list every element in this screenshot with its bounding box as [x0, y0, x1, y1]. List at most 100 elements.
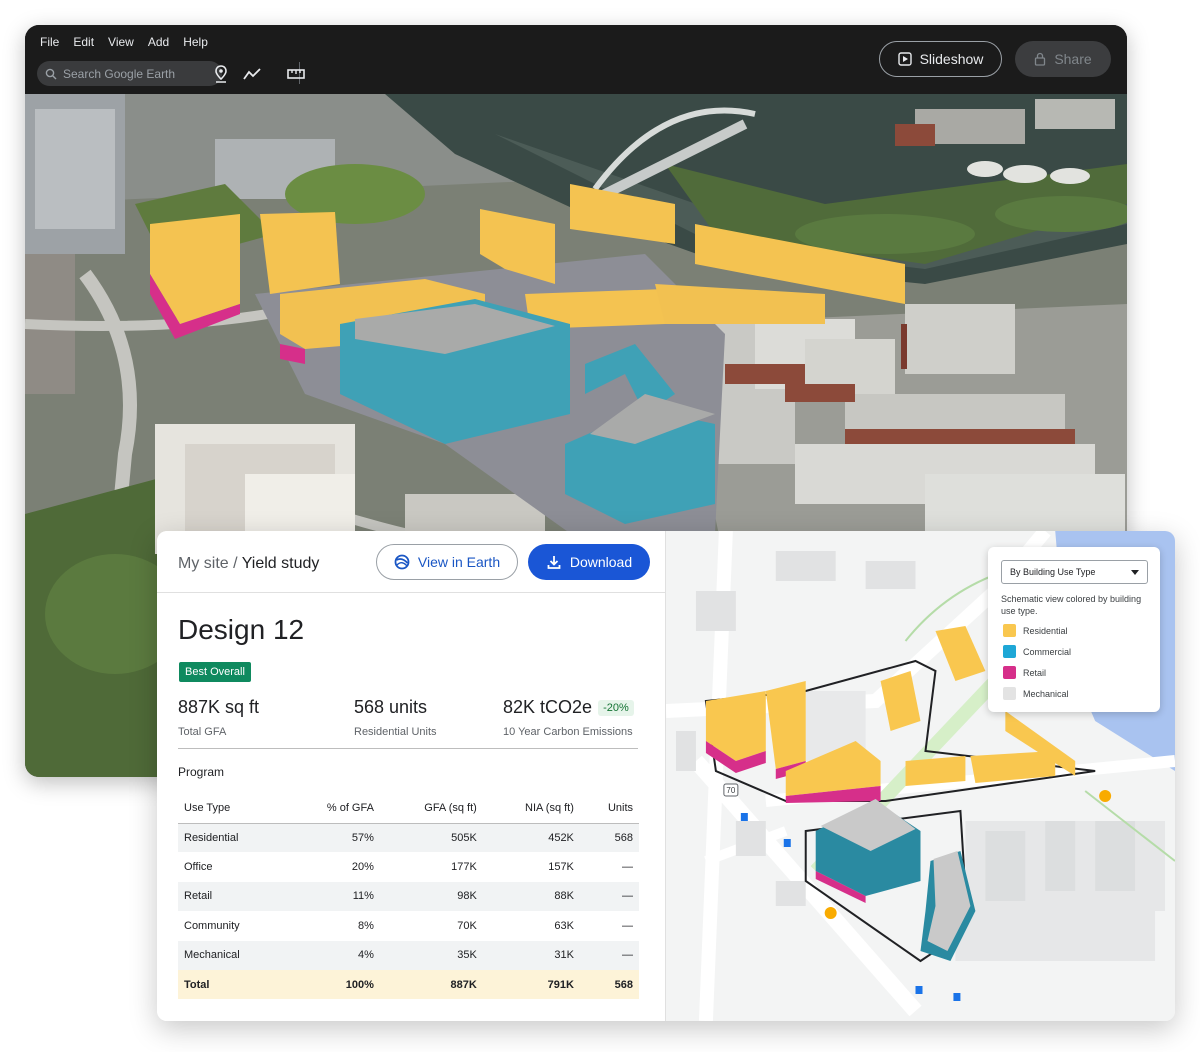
- table-cell: Total: [178, 969, 286, 1000]
- legend-label: Mechanical: [1023, 688, 1069, 699]
- earth-toolbar: File Edit View Add Help Search Google Ea…: [25, 25, 1127, 94]
- table-cell: 57%: [285, 823, 380, 853]
- table-cell: 887K: [379, 969, 483, 1000]
- legend-items: Residential Commercial Retail Mechanical: [1003, 620, 1071, 704]
- legend-swatch: [1003, 624, 1016, 637]
- legend-swatch: [1003, 666, 1016, 679]
- share-button[interactable]: Share: [1015, 41, 1111, 77]
- breadcrumb-root[interactable]: My site: [178, 555, 229, 572]
- menu-view[interactable]: View: [108, 35, 134, 49]
- metric-value: 887K sq ft: [178, 697, 260, 717]
- breadcrumb-current: Yield study: [241, 555, 320, 572]
- view-in-earth-button[interactable]: View in Earth: [376, 544, 518, 580]
- panel-header: My site / Yield study View in Earth Down…: [157, 531, 665, 593]
- table-row: Residential 57% 505K 452K 568: [178, 823, 639, 853]
- legend-swatch: [1003, 687, 1016, 700]
- view-in-earth-label: View in Earth: [417, 554, 501, 570]
- table-cell: 452K: [482, 823, 580, 853]
- table-cell: 88K: [482, 881, 580, 912]
- table-cell: 11%: [285, 881, 380, 912]
- menu-help[interactable]: Help: [183, 35, 208, 49]
- table-row: Mechanical 4% 35K 31K —: [178, 940, 639, 970]
- legend-label: Commercial: [1023, 646, 1072, 657]
- metric-label: 10 Year Carbon Emissions: [503, 726, 633, 738]
- legend-label: Residential: [1023, 625, 1068, 636]
- download-button[interactable]: Download: [528, 544, 650, 580]
- table-cell: 157K: [548, 861, 574, 874]
- table-cell: Mechanical: [178, 940, 286, 970]
- legend-item-retail: Retail: [1003, 662, 1071, 683]
- legend-swatch: [1003, 645, 1016, 658]
- table-cell: 98K: [379, 881, 483, 912]
- table-cell: 100%: [285, 969, 380, 1000]
- table-cell: Retail: [178, 881, 286, 912]
- metric-carbon-emissions: 82K tCO2e -20% 10 Year Carbon Emissions: [503, 697, 634, 738]
- ruler-icon[interactable]: [286, 64, 306, 84]
- search-icon: [45, 68, 57, 79]
- table-cell: Office: [184, 861, 213, 874]
- slideshow-icon: [897, 52, 912, 66]
- metric-total-gfa: 887K sq ft Total GFA: [178, 697, 259, 738]
- breadcrumb: My site / Yield study: [178, 555, 319, 573]
- download-label: Download: [569, 554, 633, 570]
- dropdown-arrow-icon: [1131, 569, 1139, 575]
- table-cell: 8%: [358, 919, 374, 932]
- table-cell: —: [622, 861, 633, 874]
- earth-icon: [394, 554, 410, 570]
- menu-edit[interactable]: Edit: [73, 35, 94, 49]
- color-by-value: By Building Use Type: [1010, 567, 1096, 577]
- table-cell: 31K: [482, 940, 580, 970]
- metric-residential-units: 568 units Residential Units: [354, 697, 437, 738]
- legend-item-residential: Residential: [1003, 620, 1071, 641]
- menu-add[interactable]: Add: [148, 35, 169, 49]
- table-cell: 35K: [379, 940, 483, 970]
- legend-item-mechanical: Mechanical: [1003, 683, 1071, 704]
- metric-label: Residential Units: [354, 726, 437, 738]
- table-header-row: Use Type % of GFA GFA (sq ft) NIA (sq ft…: [178, 793, 639, 824]
- metric-value-row: 82K tCO2e -20%: [503, 697, 634, 718]
- download-icon: [547, 556, 561, 569]
- yield-study-card: My site / Yield study View in Earth Down…: [157, 531, 1175, 1021]
- column-header: % of GFA: [285, 793, 380, 824]
- metric-value: 568 units: [354, 697, 428, 717]
- search-box[interactable]: [37, 61, 222, 86]
- legend-item-commercial: Commercial: [1003, 641, 1071, 662]
- legend-label: Retail: [1023, 667, 1047, 678]
- table-cell: 791K: [482, 969, 580, 1000]
- menu-file[interactable]: File: [40, 35, 59, 49]
- table-cell: 20%: [351, 861, 374, 874]
- table-row: Retail 11% 98K 88K —: [178, 881, 639, 912]
- table-cell: 63K: [554, 919, 574, 932]
- table-cell: 568: [579, 969, 639, 1000]
- table-cell: —: [579, 940, 639, 970]
- table-cell: —: [579, 881, 639, 912]
- lock-icon: [1035, 52, 1046, 66]
- table-cell: 70K: [457, 919, 477, 932]
- column-header: Use Type: [178, 793, 286, 824]
- metric-label: Total GFA: [178, 726, 227, 738]
- table-cell: 177K: [451, 861, 477, 874]
- table-row: Office 20% 177K 157K —: [178, 852, 639, 881]
- table-cell: Community: [184, 919, 240, 932]
- menu-bar: File Edit View Add Help: [40, 35, 208, 49]
- slideshow-button[interactable]: Slideshow: [879, 41, 1002, 77]
- table-cell: 568: [579, 823, 639, 853]
- design-panel: My site / Yield study View in Earth Down…: [157, 531, 665, 1021]
- table-cell: Residential: [178, 823, 286, 853]
- color-by-select[interactable]: By Building Use Type: [1001, 560, 1148, 584]
- table-cell: —: [622, 919, 633, 932]
- share-label: Share: [1054, 51, 1092, 67]
- column-header: GFA (sq ft): [379, 793, 483, 824]
- metric-value: 82K tCO2e: [503, 697, 593, 717]
- legend-panel: By Building Use Type Schematic view colo…: [988, 547, 1160, 712]
- design-title: Design 12: [178, 614, 305, 645]
- slideshow-label: Slideshow: [919, 51, 984, 67]
- carbon-change-badge: -20%: [598, 699, 634, 716]
- search-input[interactable]: [63, 66, 203, 81]
- placemark-icon[interactable]: [211, 64, 231, 84]
- breadcrumb-separator: /: [228, 555, 242, 572]
- path-icon[interactable]: [242, 64, 262, 84]
- legend-description: Schematic view colored by building use t…: [1001, 594, 1142, 616]
- table-cell: 505K: [379, 823, 483, 853]
- column-header: Units: [579, 793, 639, 824]
